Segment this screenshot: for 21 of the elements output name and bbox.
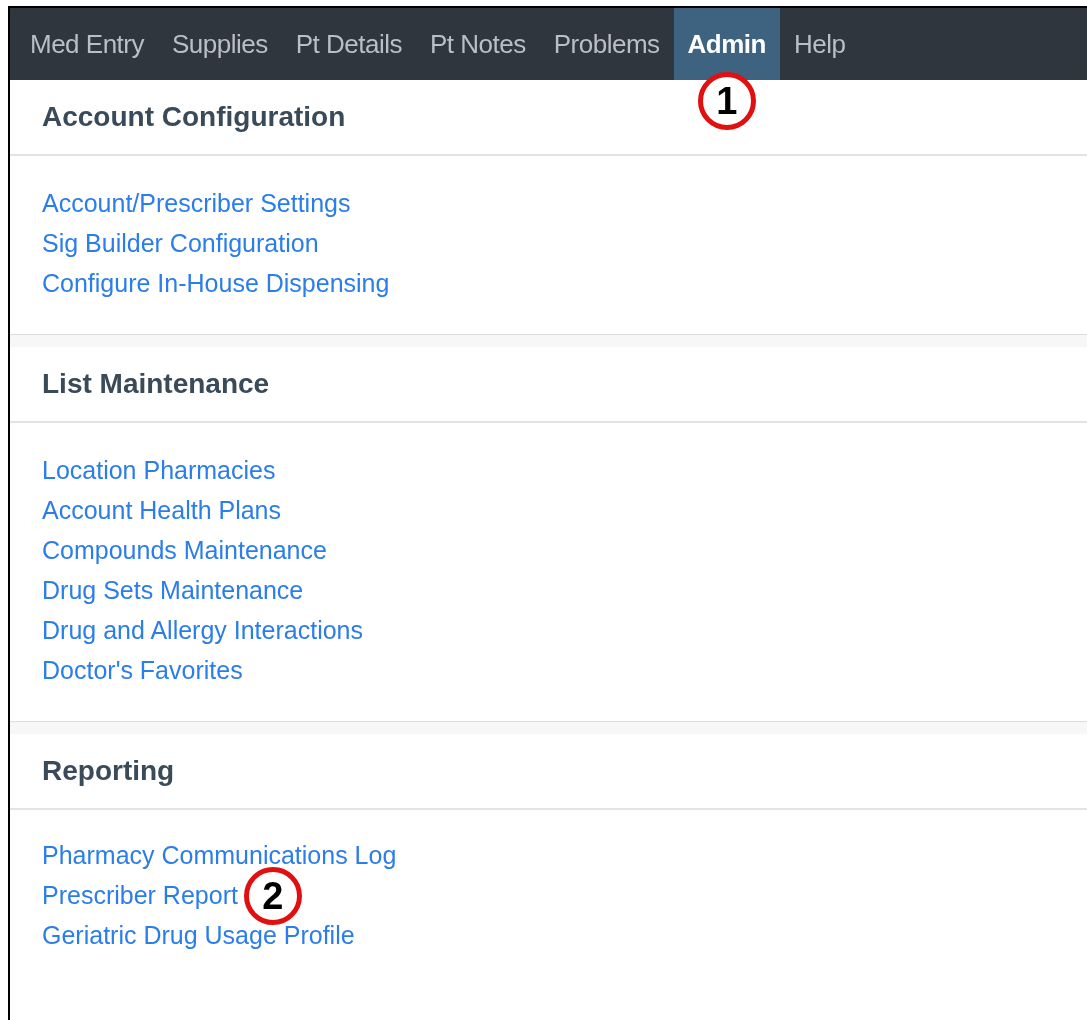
nav-tab[interactable]: Supplies: [158, 8, 282, 80]
nav-tab[interactable]: Problems: [539, 8, 674, 80]
nav-tab[interactable]: Pt Details: [281, 8, 416, 80]
admin-link[interactable]: Sig Builder Configuration: [42, 225, 319, 263]
nav-tab[interactable]: Med Entry: [16, 8, 158, 80]
step-number-callout: 2: [243, 867, 302, 925]
admin-link[interactable]: Account/Prescriber Settings: [42, 185, 351, 223]
admin-link[interactable]: Doctor's Favorites: [42, 652, 243, 690]
nav-tab[interactable]: Help: [779, 8, 860, 80]
nav-tab[interactable]: Admin: [673, 8, 780, 80]
section-heading: List Maintenance: [42, 367, 270, 401]
admin-link[interactable]: Drug and Allergy Interactions: [42, 612, 363, 650]
admin-link[interactable]: Account Health Plans: [42, 492, 282, 530]
section-heading: Reporting: [42, 754, 175, 788]
admin-link[interactable]: Location Pharmacies: [42, 452, 276, 490]
admin-link[interactable]: Configure In-House Dispensing: [42, 265, 390, 303]
admin-link[interactable]: Prescriber Report: [42, 877, 238, 915]
admin-link[interactable]: Compounds Maintenance: [42, 532, 327, 570]
admin-link[interactable]: Drug Sets Maintenance: [42, 572, 304, 610]
nav-tab[interactable]: Pt Notes: [416, 8, 540, 80]
section-heading: Account Configuration: [42, 100, 346, 134]
